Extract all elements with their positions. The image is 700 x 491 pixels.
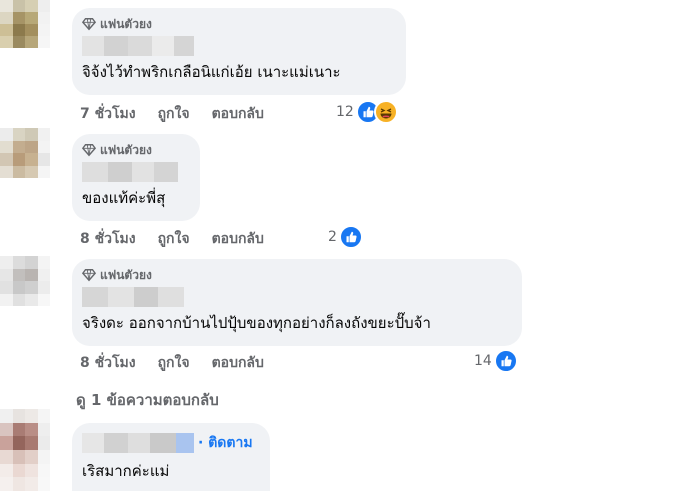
- badge-label: แฟนตัวยง: [100, 142, 152, 157]
- comment-text: ของแท้ค่ะพี่สุ: [82, 189, 166, 207]
- comment-actions: 7 ชั่วโมง ถูกใจ ตอบกลับ: [80, 103, 264, 125]
- comment-time[interactable]: 8 ชั่วโมง: [80, 228, 136, 250]
- comment-bubble: แฟนตัวยง จิจ้งไว้ทำพริกเกลือนิแก่เอ้ย เน…: [72, 8, 406, 95]
- reply-button[interactable]: ตอบกลับ: [212, 103, 264, 125]
- follow-button[interactable]: · ติดตาม: [198, 432, 253, 454]
- comment-text: จิจ้งไว้ทำพริกเกลือนิแก่เอ้ย เนาะแม่เนาะ: [82, 63, 341, 81]
- top-fan-badge: แฟนตัวยง: [82, 142, 188, 158]
- comment-text: จริงดะ ออกจากบ้านไปปุ้บของทุกอย่างก็ลงถั…: [82, 314, 431, 332]
- comment-time[interactable]: 8 ชั่วโมง: [80, 352, 136, 374]
- badge-label: แฟนตัวยง: [100, 267, 152, 282]
- diamond-icon: [82, 144, 96, 157]
- like-icon: [338, 225, 363, 249]
- commenter-name[interactable]: [82, 36, 194, 56]
- commenter-name[interactable]: [82, 287, 184, 307]
- badge-label: แฟนตัวยง: [100, 16, 152, 31]
- haha-icon: [373, 100, 398, 124]
- comment-actions: 8 ชั่วโมง ถูกใจ ตอบกลับ: [80, 228, 264, 250]
- diamond-icon: [82, 18, 96, 31]
- comment-bubble: แฟนตัวยง จริงดะ ออกจากบ้านไปปุ้บของทุกอย…: [72, 259, 522, 346]
- comment-header: · ติดตาม: [82, 433, 258, 453]
- commenter-name[interactable]: [82, 162, 178, 182]
- reaction-count: 2: [328, 229, 337, 245]
- like-button[interactable]: ถูกใจ: [158, 352, 190, 374]
- commenter-name[interactable]: [82, 433, 194, 453]
- reaction-summary[interactable]: 12: [336, 100, 398, 124]
- comment-actions: 8 ชั่วโมง ถูกใจ ตอบกลับ: [80, 352, 264, 374]
- like-button[interactable]: ถูกใจ: [158, 228, 190, 250]
- avatar[interactable]: [0, 409, 50, 491]
- like-button[interactable]: ถูกใจ: [158, 103, 190, 125]
- like-icon: [493, 349, 518, 373]
- reaction-summary[interactable]: 14: [474, 349, 518, 373]
- diamond-icon: [82, 269, 96, 282]
- reaction-count: 12: [336, 104, 354, 120]
- avatar[interactable]: [0, 256, 50, 306]
- comment-text: เริสมากค่ะแม่: [82, 462, 170, 480]
- top-fan-badge: แฟนตัวยง: [82, 16, 394, 32]
- reply-button[interactable]: ตอบกลับ: [212, 228, 264, 250]
- comment-bubble: แฟนตัวยง ของแท้ค่ะพี่สุ: [72, 134, 200, 221]
- reaction-summary[interactable]: 2: [328, 225, 363, 249]
- avatar[interactable]: [0, 0, 50, 48]
- top-fan-badge: แฟนตัวยง: [82, 267, 510, 283]
- avatar[interactable]: [0, 128, 50, 178]
- reply-button[interactable]: ตอบกลับ: [212, 352, 264, 374]
- comment-time[interactable]: 7 ชั่วโมง: [80, 103, 136, 125]
- view-replies-link[interactable]: ดู 1 ข้อความตอบกลับ: [76, 388, 219, 412]
- comment-bubble: · ติดตาม เริสมากค่ะแม่: [72, 423, 270, 491]
- reaction-count: 14: [474, 353, 492, 369]
